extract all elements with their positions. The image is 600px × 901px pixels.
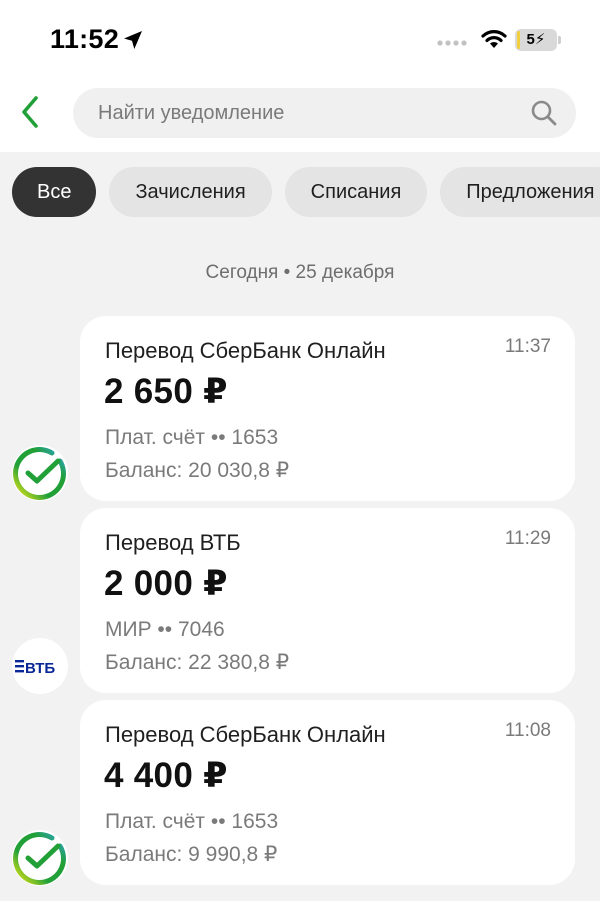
date-header: Сегодня • 25 декабря (205, 262, 395, 283)
notification-account: МИР •• 7046 (105, 618, 225, 641)
filter-chips: Все Зачисления Списания Предложения (12, 167, 600, 217)
notification-time: 11:08 (504, 720, 551, 741)
notification-title: Перевод ВТБ (105, 530, 241, 555)
sber-logo-icon (12, 830, 68, 886)
notifications-screen: 11:52 5⚡︎ Найти уведомление Все Зачислен… (0, 0, 600, 901)
location-arrow-icon (124, 31, 142, 49)
filter-chip-credits[interactable]: Зачисления (109, 167, 272, 217)
notification-title: Перевод СберБанк Онлайн (105, 338, 386, 363)
search-icon[interactable] (530, 99, 558, 127)
notification-card[interactable]: Перевод ВТБ 11:29 2 000 ₽ МИР •• 7046 Ба… (80, 508, 575, 693)
notification-title: Перевод СберБанк Онлайн (105, 722, 386, 747)
sber-logo-icon (13, 447, 66, 500)
sber-logo-icon (12, 445, 68, 501)
cellular-signal-icon (437, 40, 467, 46)
notification-time: 11:37 (504, 336, 551, 357)
filter-chip-debits[interactable]: Списания (284, 167, 428, 217)
search-box[interactable] (73, 88, 576, 138)
filter-chip-all[interactable]: Все (12, 167, 97, 217)
vtb-logo-text: ВТБ (25, 660, 55, 677)
notification-card[interactable]: Перевод СберБанк Онлайн 11:08 4 400 ₽ Пл… (80, 700, 575, 885)
status-bar: 11:52 5⚡︎ (0, 0, 600, 80)
notification-amount: 2 650 ₽ (104, 372, 228, 411)
battery-icon: 5⚡︎ (515, 29, 557, 51)
notification-balance: Баланс: 9 990,8 ₽ (105, 843, 278, 866)
search-input[interactable] (98, 88, 508, 138)
vtb-logo-icon: ВТБ (12, 638, 68, 694)
back-button[interactable] (10, 90, 50, 134)
battery-tip (558, 36, 561, 44)
notification-balance: Баланс: 22 380,8 ₽ (105, 651, 290, 674)
notification-balance: Баланс: 20 030,8 ₽ (105, 459, 290, 482)
wifi-icon (481, 30, 507, 48)
notification-account: Плат. счёт •• 1653 (105, 426, 279, 449)
notification-time: 11:29 (504, 528, 551, 549)
notification-amount: 2 000 ₽ (104, 564, 228, 603)
header (0, 80, 600, 152)
notification-card[interactable]: Перевод СберБанк Онлайн 11:37 2 650 ₽ Пл… (80, 316, 575, 501)
filter-chip-offers[interactable]: Предложения (440, 167, 600, 217)
status-time: 11:52 (50, 24, 120, 54)
notification-amount: 4 400 ₽ (104, 756, 228, 795)
vtb-logo-icon: ВТБ (15, 660, 55, 677)
chevron-left-icon (22, 96, 38, 128)
notification-account: Плат. счёт •• 1653 (105, 810, 279, 833)
battery-label: 5⚡︎ (526, 31, 546, 48)
sber-logo-icon (13, 832, 66, 885)
